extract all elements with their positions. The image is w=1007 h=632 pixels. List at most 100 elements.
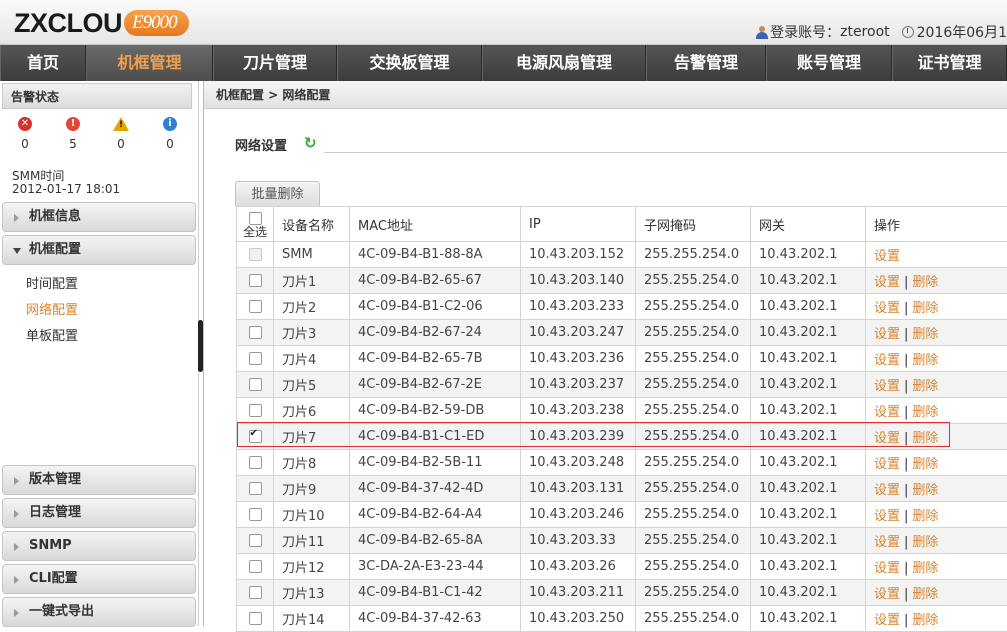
set-link[interactable]: 设置: [874, 301, 900, 316]
row-checkbox-cell: [237, 346, 274, 372]
row-checkbox[interactable]: [249, 456, 262, 469]
gateway-cell: 10.43.202.1: [751, 294, 866, 320]
device-name-cell: 刀片1: [274, 268, 350, 294]
mac-cell: 4C-09-B4-B2-67-24: [350, 320, 521, 346]
table-row[interactable]: 刀片94C-09-B4-37-42-4D10.43.203.131255.255…: [237, 476, 1007, 502]
set-link[interactable]: 设置: [874, 431, 900, 446]
menu-chassis-info[interactable]: 机框信息: [2, 202, 196, 232]
nav-switch-board-management[interactable]: 交换板管理: [337, 45, 482, 81]
column-header-mac: MAC地址: [350, 207, 521, 242]
menu-cli-config[interactable]: CLI配置: [2, 564, 196, 594]
nav-power-fan-management[interactable]: 电源风扇管理: [482, 45, 646, 81]
table-row[interactable]: 刀片134C-09-B4-B1-C1-4210.43.203.211255.25…: [237, 580, 1007, 606]
set-link[interactable]: 设置: [874, 379, 900, 394]
nav-account-management[interactable]: 账号管理: [766, 45, 892, 81]
menu-version-management[interactable]: 版本管理: [2, 465, 196, 495]
app-header: ZXCLOU E9000 登录账号： zteroot 2016年06月1: [0, 0, 1007, 45]
set-link[interactable]: 设置: [874, 405, 900, 420]
row-checkbox[interactable]: [249, 274, 262, 287]
ip-cell: 10.43.203.140: [521, 268, 636, 294]
set-link[interactable]: 设置: [874, 249, 900, 264]
subnet-mask-cell: 255.255.254.0: [636, 242, 751, 268]
row-checkbox[interactable]: [249, 612, 262, 625]
nav-certificate-management[interactable]: 证书管理: [892, 45, 1007, 81]
set-link[interactable]: 设置: [874, 483, 900, 498]
row-checkbox[interactable]: [249, 326, 262, 339]
table-row[interactable]: 刀片44C-09-B4-B2-65-7B10.43.203.236255.255…: [237, 346, 1007, 372]
delete-link[interactable]: 删除: [912, 509, 938, 524]
row-checkbox[interactable]: [249, 378, 262, 391]
set-link[interactable]: 设置: [874, 509, 900, 524]
table-row[interactable]: 刀片114C-09-B4-B2-65-8A10.43.203.33255.255…: [237, 528, 1007, 554]
submenu-network-config[interactable]: 网络配置: [26, 299, 78, 318]
table-row[interactable]: 刀片74C-09-B4-B1-C1-ED10.43.203.239255.255…: [237, 424, 1007, 450]
row-checkbox[interactable]: [249, 560, 262, 573]
select-all-checkbox[interactable]: [249, 212, 262, 225]
table-row[interactable]: 刀片24C-09-B4-B1-C2-0610.43.203.233255.255…: [237, 294, 1007, 320]
menu-label: 版本管理: [29, 472, 81, 487]
menu-log-management[interactable]: 日志管理: [2, 498, 196, 528]
row-checkbox[interactable]: [249, 534, 262, 547]
delete-link[interactable]: 删除: [912, 535, 938, 550]
set-link[interactable]: 设置: [874, 535, 900, 550]
table-row[interactable]: 刀片84C-09-B4-B2-5B-1110.43.203.248255.255…: [237, 450, 1007, 476]
alarm-major[interactable]: ! 5: [62, 117, 84, 151]
nav-alarm-management[interactable]: 告警管理: [646, 45, 766, 81]
table-row[interactable]: 刀片54C-09-B4-B2-67-2E10.43.203.237255.255…: [237, 372, 1007, 398]
delete-link[interactable]: 删除: [912, 353, 938, 368]
delete-link[interactable]: 删除: [912, 587, 938, 602]
alarm-critical[interactable]: ✕ 0: [14, 117, 36, 151]
column-header-ip: IP: [521, 207, 636, 242]
alarm-info[interactable]: i 0: [159, 117, 181, 151]
submenu-time-config[interactable]: 时间配置: [26, 273, 78, 292]
delete-link[interactable]: 删除: [912, 327, 938, 342]
table-row[interactable]: 刀片64C-09-B4-B2-59-DB10.43.203.238255.255…: [237, 398, 1007, 424]
delete-link[interactable]: 删除: [912, 301, 938, 316]
operation-cell: 设置|删除: [866, 528, 1007, 554]
nav-home[interactable]: 首页: [0, 45, 86, 81]
menu-one-click-export[interactable]: 一键式导出: [2, 597, 196, 627]
batch-delete-button[interactable]: 批量删除: [235, 181, 320, 206]
submenu-board-config[interactable]: 单板配置: [26, 325, 78, 344]
delete-link[interactable]: 删除: [912, 275, 938, 290]
delete-link[interactable]: 删除: [912, 483, 938, 498]
table-row[interactable]: 刀片104C-09-B4-B2-64-A410.43.203.246255.25…: [237, 502, 1007, 528]
set-link[interactable]: 设置: [874, 457, 900, 472]
menu-label: 日志管理: [29, 505, 81, 520]
table-row[interactable]: 刀片144C-09-B4-37-42-6310.43.203.250255.25…: [237, 606, 1007, 632]
subnet-mask-cell: 255.255.254.0: [636, 580, 751, 606]
set-link[interactable]: 设置: [874, 587, 900, 602]
row-checkbox[interactable]: [249, 300, 262, 313]
nav-blade-management[interactable]: 刀片管理: [213, 45, 337, 81]
table-row[interactable]: 刀片34C-09-B4-B2-67-2410.43.203.247255.255…: [237, 320, 1007, 346]
row-checkbox[interactable]: [249, 352, 262, 365]
menu-chassis-config[interactable]: 机框配置: [2, 235, 196, 265]
row-checkbox[interactable]: [249, 508, 262, 521]
section-divider: [324, 152, 1007, 153]
table-row[interactable]: 刀片14C-09-B4-B2-65-6710.43.203.140255.255…: [237, 268, 1007, 294]
row-checkbox[interactable]: [249, 482, 262, 495]
nav-chassis-management[interactable]: 机框管理: [86, 45, 213, 81]
refresh-icon[interactable]: ↻: [304, 136, 318, 150]
alarm-minor[interactable]: ! 0: [110, 117, 132, 151]
gateway-cell: 10.43.202.1: [751, 372, 866, 398]
delete-link[interactable]: 删除: [912, 431, 938, 446]
set-link[interactable]: 设置: [874, 327, 900, 342]
menu-snmp[interactable]: SNMP: [2, 531, 196, 561]
delete-link[interactable]: 删除: [912, 561, 938, 576]
delete-link[interactable]: 删除: [912, 405, 938, 420]
set-link[interactable]: 设置: [874, 275, 900, 290]
breadcrumb: 机框配置 > 网络配置: [204, 81, 1007, 109]
row-checkbox-cell: [237, 580, 274, 606]
table-row[interactable]: 刀片123C-DA-2A-E3-23-4410.43.203.26255.255…: [237, 554, 1007, 580]
row-checkbox[interactable]: [249, 586, 262, 599]
row-checkbox[interactable]: [249, 430, 262, 443]
table-row[interactable]: SMM4C-09-B4-B1-88-8A10.43.203.152255.255…: [237, 242, 1007, 268]
set-link[interactable]: 设置: [874, 561, 900, 576]
main-nav: 首页 机框管理 刀片管理 交换板管理 电源风扇管理 告警管理 账号管理 证书管理: [0, 45, 1007, 81]
delete-link[interactable]: 删除: [912, 457, 938, 472]
row-checkbox[interactable]: [249, 404, 262, 417]
gateway-cell: 10.43.202.1: [751, 528, 866, 554]
set-link[interactable]: 设置: [874, 353, 900, 368]
delete-link[interactable]: 删除: [912, 379, 938, 394]
